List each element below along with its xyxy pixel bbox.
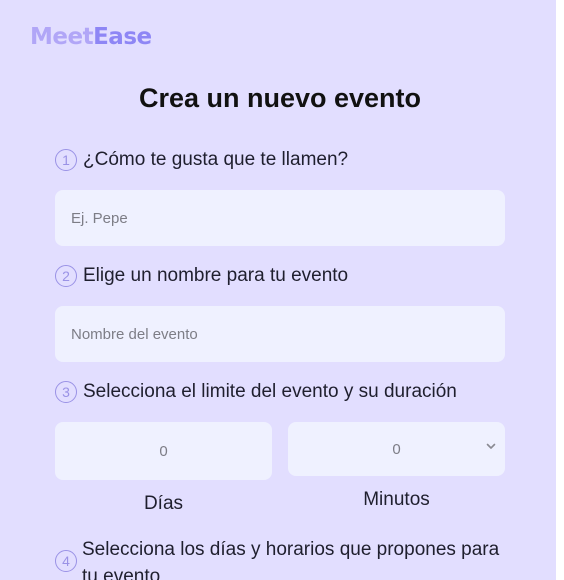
window-edge bbox=[556, 0, 560, 580]
event-name-input[interactable] bbox=[55, 306, 505, 362]
minutes-select[interactable]: 0 bbox=[288, 422, 505, 476]
logo-meet: Meet bbox=[30, 24, 94, 50]
step-3-label: 3 Selecciona el limite del evento y su d… bbox=[55, 380, 457, 404]
chevron-down-icon bbox=[486, 443, 496, 449]
days-number-input[interactable]: 0 bbox=[55, 422, 272, 480]
step-4-text: Selecciona los días y horarios que propo… bbox=[82, 539, 500, 580]
step-2-text: Elige un nombre para tu evento bbox=[83, 265, 349, 286]
step-2-number: 2 bbox=[55, 265, 77, 287]
step-2-label: 2 Elige un nombre para tu evento bbox=[55, 264, 348, 288]
step-4-number: 4 bbox=[55, 550, 77, 572]
step-1-label: 1 ¿Cómo te gusta que te llamen? bbox=[55, 148, 348, 172]
step-3-number: 3 bbox=[55, 381, 77, 403]
minutes-value: 0 bbox=[392, 440, 401, 458]
days-value: 0 bbox=[159, 442, 168, 460]
nickname-input[interactable] bbox=[55, 190, 505, 246]
minutes-caption: Minutos bbox=[363, 489, 430, 510]
logo-ease: Ease bbox=[93, 24, 152, 50]
step-1-text: ¿Cómo te gusta que te llamen? bbox=[83, 149, 349, 170]
days-caption: Días bbox=[143, 493, 184, 514]
step-3-text: Selecciona el limite del evento y su dur… bbox=[83, 381, 457, 402]
create-event-page: MeetEase Crea un nuevo evento 1 ¿Cómo te… bbox=[0, 0, 560, 580]
app-logo[interactable]: MeetEase bbox=[30, 22, 152, 52]
page-title: Crea un nuevo evento bbox=[138, 83, 422, 113]
step-1-number: 1 bbox=[55, 149, 77, 171]
